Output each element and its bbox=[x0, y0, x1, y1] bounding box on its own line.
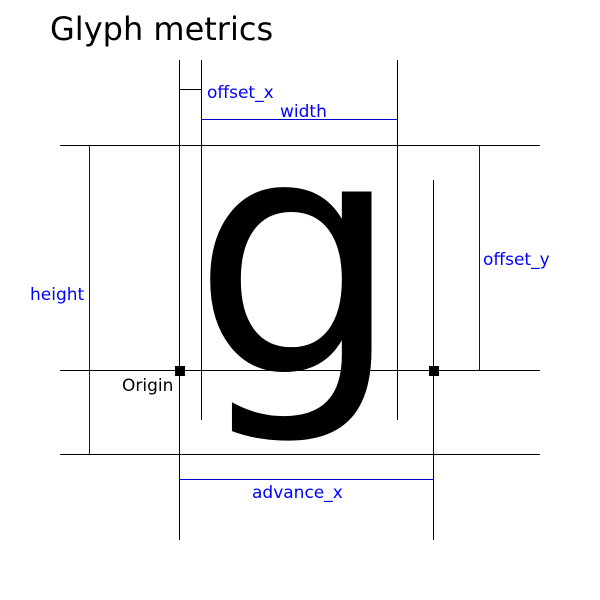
glyph-metrics-diagram: Glyph metrics g offset_x width offset_y … bbox=[0, 0, 600, 600]
advance-marker bbox=[429, 366, 439, 376]
origin-marker bbox=[175, 366, 185, 376]
origin-label: Origin bbox=[122, 376, 173, 396]
height-label: height bbox=[30, 285, 85, 305]
diagram-title: Glyph metrics bbox=[50, 10, 273, 48]
glyph-character: g bbox=[192, 66, 401, 450]
offset-y-label: offset_y bbox=[483, 250, 550, 270]
offset-x-label: offset_x bbox=[207, 83, 274, 103]
advance-x-label: advance_x bbox=[252, 483, 343, 503]
diagram-svg: Glyph metrics g offset_x width offset_y … bbox=[30, 10, 550, 540]
width-label: width bbox=[280, 102, 327, 122]
